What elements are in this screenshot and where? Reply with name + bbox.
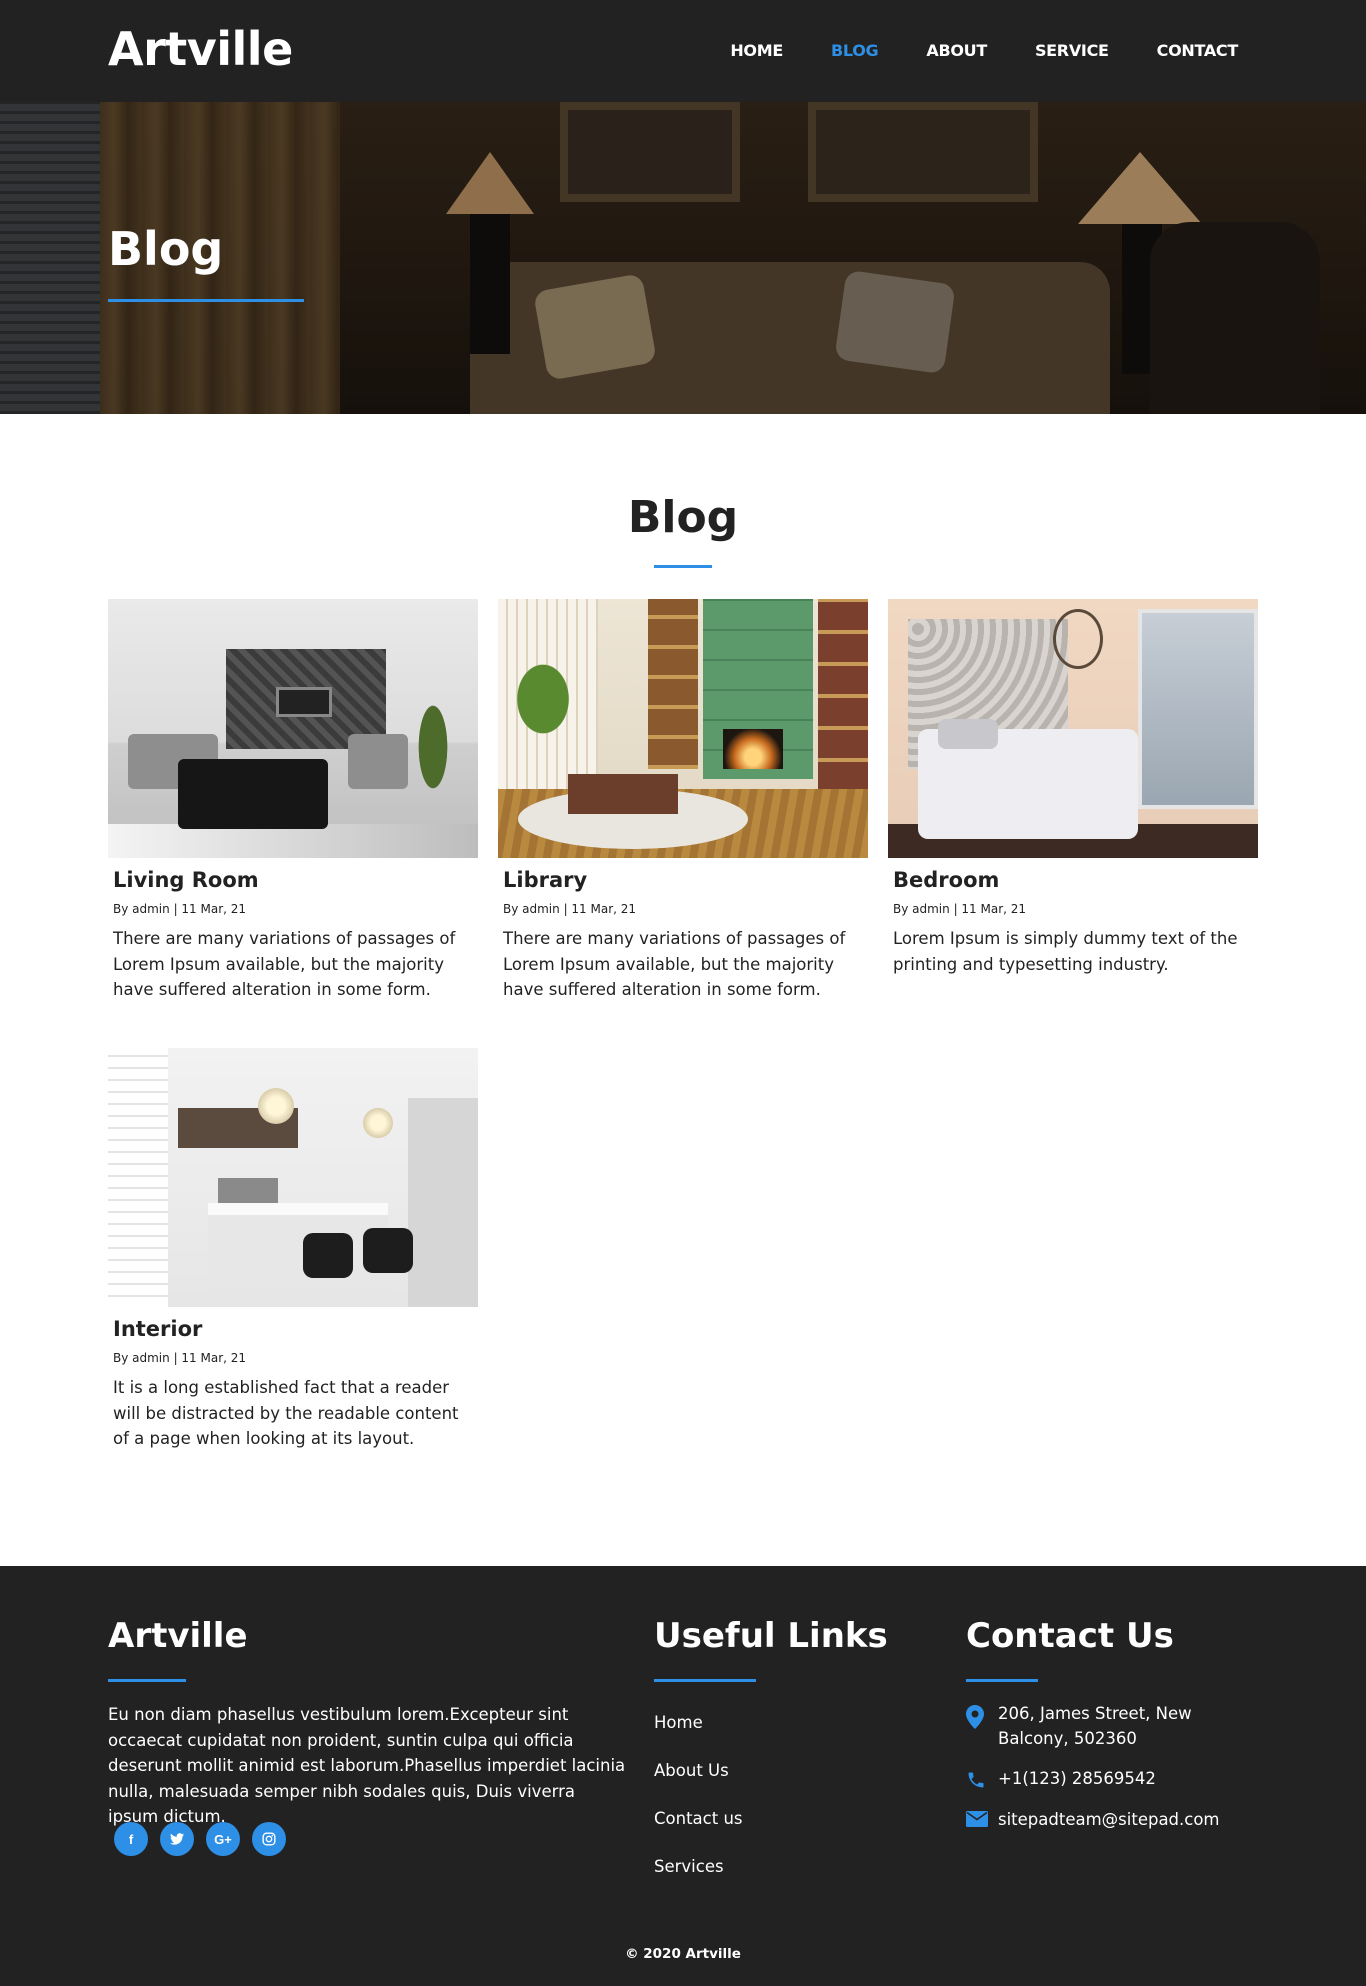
section-title: Blog xyxy=(627,492,739,543)
envelope-icon xyxy=(966,1807,998,1832)
post-meta: By admin | 11 Mar, 21 xyxy=(503,902,637,916)
twitter-icon[interactable] xyxy=(160,1822,194,1856)
envelope-glyph xyxy=(966,1811,988,1827)
blog-card[interactable]: Living Room By admin | 11 Mar, 21 There … xyxy=(108,599,478,1003)
social-links: f G+ xyxy=(114,1822,286,1856)
google-plus-icon[interactable]: G+ xyxy=(206,1822,240,1856)
footer-logo[interactable]: Artville xyxy=(108,1616,248,1656)
footer-link-about-us[interactable]: About Us xyxy=(654,1761,743,1780)
contact-us-underline xyxy=(966,1679,1038,1682)
image-detail xyxy=(723,729,783,769)
image-detail xyxy=(258,1088,294,1124)
footer-link-home[interactable]: Home xyxy=(654,1713,743,1732)
image-detail xyxy=(348,734,408,789)
useful-links-list: Home About Us Contact us Services xyxy=(654,1713,743,1905)
footer-about-text: Eu non diam phasellus vestibulum lorem.E… xyxy=(108,1705,626,1826)
map-marker-glyph xyxy=(966,1705,984,1729)
hero-title: Blog xyxy=(108,222,224,276)
contact-email: sitepadteam@sitepad.com xyxy=(966,1807,1266,1832)
blog-card[interactable]: Bedroom By admin | 11 Mar, 21 Lorem Ipsu… xyxy=(888,599,1258,977)
hero-banner: Blog xyxy=(0,102,1366,414)
contact-phone: +1(123) 28569542 xyxy=(966,1766,1266,1791)
post-meta: By admin | 11 Mar, 21 xyxy=(893,902,1027,916)
section-underline xyxy=(654,565,712,568)
post-title[interactable]: Interior xyxy=(113,1317,478,1341)
image-detail xyxy=(218,1178,278,1203)
phone-icon xyxy=(966,1766,998,1791)
image-detail xyxy=(276,687,332,717)
address-text: 206, James Street, New Balcony, 502360 xyxy=(998,1704,1192,1748)
image-detail xyxy=(648,599,698,769)
post-excerpt: Lorem Ipsum is simply dummy text of the … xyxy=(893,929,1238,974)
image-detail xyxy=(498,639,588,759)
post-image-bedroom[interactable] xyxy=(888,599,1258,858)
nav-contact[interactable]: CONTACT xyxy=(1157,41,1239,60)
post-title[interactable]: Library xyxy=(503,868,868,892)
post-excerpt: It is a long established fact that a rea… xyxy=(113,1378,459,1448)
site-header: Artville HOME BLOG ABOUT SERVICE CONTACT xyxy=(0,0,1366,102)
image-detail xyxy=(1053,609,1103,669)
facebook-icon[interactable]: f xyxy=(114,1822,148,1856)
instagram-icon[interactable] xyxy=(252,1822,286,1856)
site-logo[interactable]: Artville xyxy=(108,22,293,76)
post-meta: By admin | 11 Mar, 21 xyxy=(113,1351,247,1365)
image-detail xyxy=(408,1098,478,1307)
phone-glyph xyxy=(968,1772,984,1788)
footer-link-contact-us[interactable]: Contact us xyxy=(654,1809,743,1828)
footer-underline xyxy=(108,1679,186,1682)
image-detail xyxy=(363,1228,413,1273)
nav-home[interactable]: HOME xyxy=(730,41,783,60)
post-image-interior[interactable] xyxy=(108,1048,478,1307)
map-marker-icon xyxy=(966,1701,998,1751)
footer-link-services[interactable]: Services xyxy=(654,1857,743,1876)
image-detail xyxy=(938,719,998,749)
nav-about[interactable]: ABOUT xyxy=(926,41,987,60)
hero-underline xyxy=(108,299,304,302)
image-detail xyxy=(108,824,478,858)
contact-us-title: Contact Us xyxy=(966,1616,1174,1656)
image-detail xyxy=(408,699,458,819)
image-detail xyxy=(303,1233,353,1278)
nav-blog[interactable]: BLOG xyxy=(831,41,879,60)
phone-text[interactable]: +1(123) 28569542 xyxy=(998,1766,1156,1791)
copyright-text: © 2020 Artville xyxy=(625,1946,741,1962)
image-detail xyxy=(178,759,328,829)
image-detail xyxy=(1138,609,1258,809)
useful-links-underline xyxy=(654,1679,756,1682)
image-detail xyxy=(568,774,678,814)
blog-card[interactable]: Interior By admin | 11 Mar, 21 It is a l… xyxy=(108,1048,478,1452)
useful-links-title: Useful Links xyxy=(654,1616,888,1656)
site-footer: Artville Eu non diam phasellus vestibulu… xyxy=(0,1566,1366,1986)
post-meta: By admin | 11 Mar, 21 xyxy=(113,902,247,916)
post-image-library[interactable] xyxy=(498,599,868,858)
contact-address: 206, James Street, New Balcony, 502360 xyxy=(966,1701,1266,1751)
image-detail xyxy=(108,1048,168,1307)
post-title[interactable]: Bedroom xyxy=(893,868,1258,892)
image-detail xyxy=(363,1108,393,1138)
post-excerpt: There are many variations of passages of… xyxy=(113,929,456,999)
post-title[interactable]: Living Room xyxy=(113,868,478,892)
email-text[interactable]: sitepadteam@sitepad.com xyxy=(998,1807,1220,1832)
instagram-glyph xyxy=(262,1832,276,1846)
image-detail xyxy=(208,1203,388,1293)
blog-card[interactable]: Library By admin | 11 Mar, 21 There are … xyxy=(498,599,868,1003)
post-excerpt: There are many variations of passages of… xyxy=(503,929,846,999)
twitter-bird-glyph xyxy=(170,1833,184,1845)
nav-service[interactable]: SERVICE xyxy=(1035,41,1109,60)
post-image-living-room[interactable] xyxy=(108,599,478,858)
main-nav: HOME BLOG ABOUT SERVICE CONTACT xyxy=(730,41,1238,60)
